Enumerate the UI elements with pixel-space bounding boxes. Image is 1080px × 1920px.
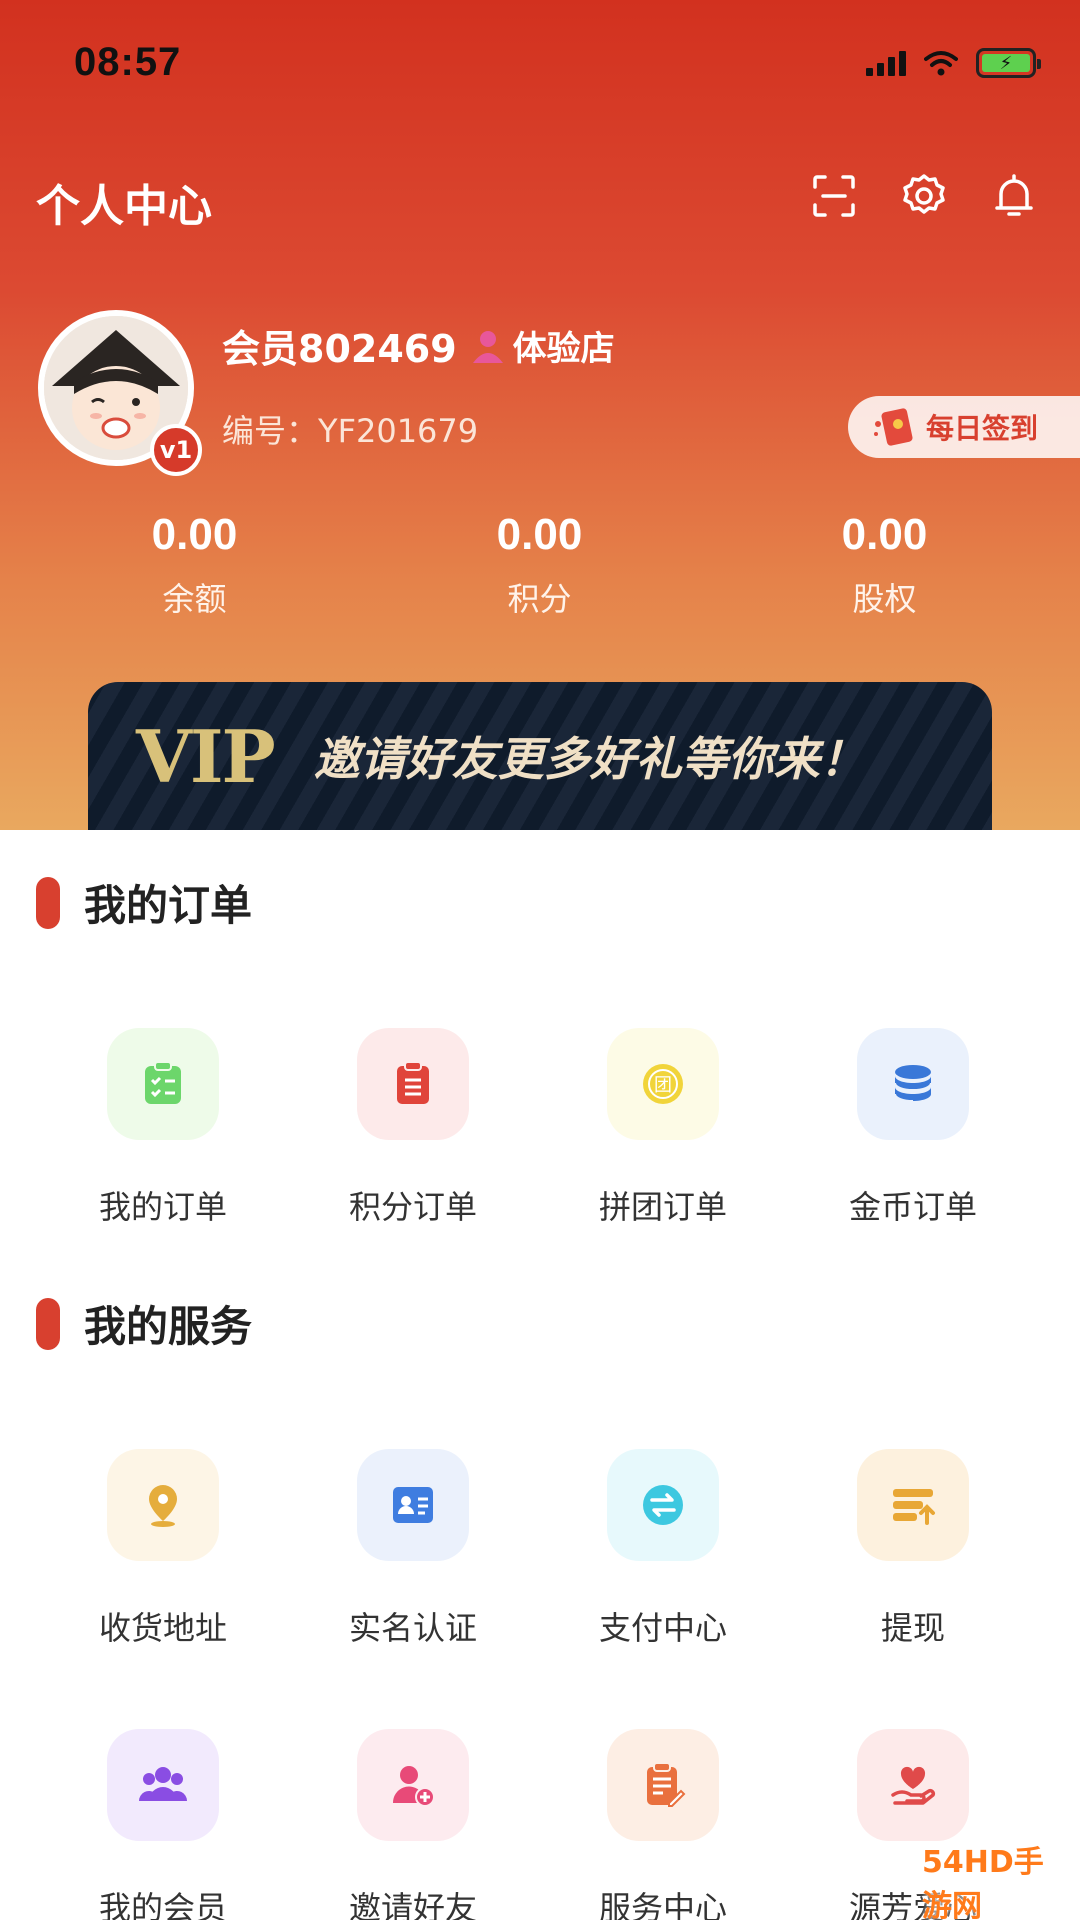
grid-label: 拼团订单 bbox=[598, 1188, 727, 1226]
grid-item-invite-friends[interactable]: 邀请好友 bbox=[288, 1729, 538, 1920]
section-marker bbox=[36, 876, 60, 929]
signal-icon bbox=[866, 50, 906, 76]
watermark-logo: 54HD手游网 bbox=[922, 1845, 1044, 1920]
grid-label: 服务中心 bbox=[598, 1889, 727, 1920]
grid-label: 支付中心 bbox=[598, 1609, 727, 1647]
invite-user-icon bbox=[357, 1729, 469, 1841]
service-doc-icon bbox=[607, 1729, 719, 1841]
members-icon bbox=[107, 1729, 219, 1841]
settings-gear-icon[interactable] bbox=[898, 170, 950, 222]
location-pin-icon bbox=[107, 1449, 219, 1561]
section-title-text: 我的订单 bbox=[84, 881, 253, 930]
grid-item-service-center[interactable]: 服务中心 bbox=[538, 1729, 788, 1920]
exchange-icon bbox=[607, 1449, 719, 1561]
vip-banner-text: 邀请好友更多好礼等你来！ bbox=[313, 732, 866, 786]
header-actions bbox=[808, 170, 1040, 222]
grid-label: 实名认证 bbox=[348, 1609, 477, 1647]
checkin-label: 每日签到 bbox=[926, 412, 1039, 445]
heart-hand-icon bbox=[857, 1729, 969, 1841]
section-marker bbox=[36, 1297, 60, 1350]
section-title-text: 我的服务 bbox=[84, 1302, 253, 1351]
member-id: 编号：YF201679 bbox=[222, 406, 478, 452]
member-id-value: YF201679 bbox=[318, 412, 479, 450]
orders-section-title: 我的订单 bbox=[36, 872, 252, 933]
coin-stack-icon bbox=[857, 1028, 969, 1140]
svg-text:团: 团 bbox=[654, 1075, 672, 1096]
grid-item-group-orders[interactable]: 团 拼团订单 bbox=[538, 1028, 788, 1228]
daily-checkin-button[interactable]: 每日签到 bbox=[848, 396, 1080, 458]
grid-item-my-orders[interactable]: 我的订单 bbox=[38, 1028, 288, 1228]
status-indicators: ⚡ bbox=[866, 48, 1041, 78]
stat-label: 余额 bbox=[162, 580, 227, 618]
account-stats: 0.00 余额 0.00 积分 0.00 股权 bbox=[0, 510, 1080, 620]
scan-icon[interactable] bbox=[808, 170, 860, 222]
grid-item-payment-center[interactable]: 支付中心 bbox=[538, 1449, 788, 1649]
status-time: 08:57 bbox=[74, 40, 182, 84]
stat-value: 0.00 bbox=[151, 510, 238, 559]
store-type: 体验店 bbox=[469, 321, 615, 370]
grid-item-points-orders[interactable]: 积分订单 bbox=[288, 1028, 538, 1228]
level-badge: v1 bbox=[150, 424, 202, 476]
avatar[interactable]: v1 bbox=[38, 310, 202, 476]
stat-value: 0.00 bbox=[496, 510, 583, 559]
grid-label: 邀请好友 bbox=[348, 1889, 477, 1920]
notification-bell-icon[interactable] bbox=[988, 170, 1040, 222]
grid-item-real-name-auth[interactable]: 实名认证 bbox=[288, 1449, 538, 1649]
member-name-row: 会员802469 体验店 bbox=[222, 318, 615, 373]
id-card-icon bbox=[357, 1449, 469, 1561]
wifi-icon bbox=[924, 51, 958, 76]
grid-item-withdraw[interactable]: 提现 bbox=[788, 1449, 1038, 1649]
clipboard-icon bbox=[357, 1028, 469, 1140]
person-icon bbox=[472, 330, 503, 363]
group-coin-icon: 团 bbox=[607, 1028, 719, 1140]
grid-label: 我的订单 bbox=[98, 1188, 227, 1226]
battery-icon: ⚡ bbox=[976, 48, 1041, 78]
grid-item-coin-orders[interactable]: 金币订单 bbox=[788, 1028, 1038, 1228]
grid-label: 我的会员 bbox=[98, 1889, 227, 1920]
member-id-label: 编号： bbox=[222, 412, 319, 450]
stat-value: 0.00 bbox=[841, 510, 928, 559]
grid-label: 积分订单 bbox=[348, 1188, 477, 1226]
grid-label: 提现 bbox=[880, 1609, 945, 1647]
stat-balance[interactable]: 0.00 余额 bbox=[22, 510, 367, 620]
page-title: 个人中心 bbox=[36, 181, 212, 232]
red-envelope-icon bbox=[874, 408, 913, 446]
stat-label: 积分 bbox=[507, 580, 572, 618]
store-type-label: 体验店 bbox=[512, 329, 615, 369]
withdraw-icon bbox=[857, 1449, 969, 1561]
stat-points[interactable]: 0.00 积分 bbox=[367, 510, 712, 620]
services-grid-row-2: 我的会员 邀请好友 服务中心 源芳爱心 bbox=[0, 1729, 1080, 1920]
grid-label: 收货地址 bbox=[98, 1609, 227, 1647]
services-grid-row-1: 收货地址 实名认证 支付中心 提现 bbox=[0, 1449, 1080, 1649]
stat-label: 股权 bbox=[852, 580, 917, 618]
stat-equity[interactable]: 0.00 股权 bbox=[712, 510, 1057, 620]
services-section-title: 我的服务 bbox=[36, 1293, 252, 1354]
grid-item-shipping-address[interactable]: 收货地址 bbox=[38, 1449, 288, 1649]
clipboard-check-icon bbox=[107, 1028, 219, 1140]
orders-grid: 我的订单 积分订单 团 拼团订单 金币订单 bbox=[0, 1028, 1080, 1228]
grid-item-my-members[interactable]: 我的会员 bbox=[38, 1729, 288, 1920]
grid-label: 金币订单 bbox=[848, 1188, 977, 1226]
member-name: 会员802469 bbox=[222, 327, 457, 371]
vip-logo: VIP bbox=[136, 713, 276, 799]
vip-invite-banner[interactable]: VIP 邀请好友更多好礼等你来！ bbox=[88, 682, 992, 830]
